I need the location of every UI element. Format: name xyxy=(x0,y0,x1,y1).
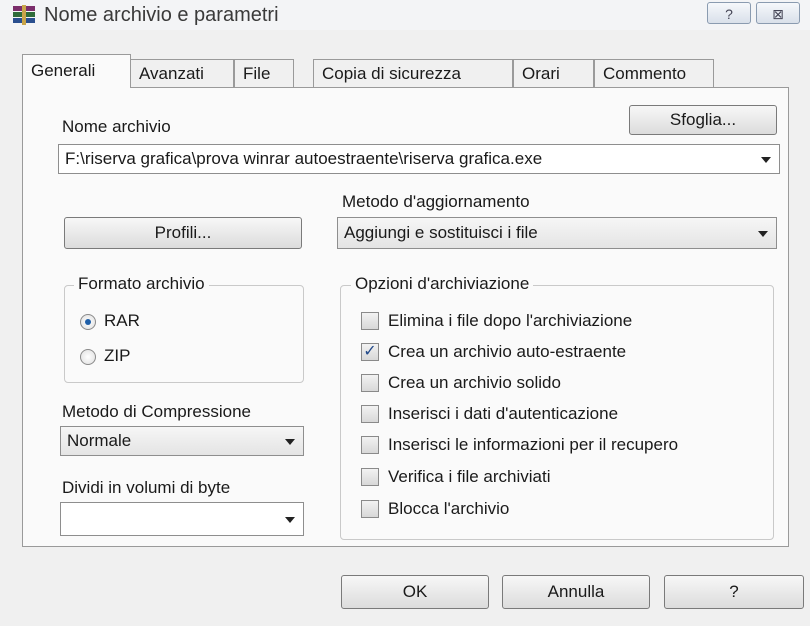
window-title: Nome archivio e parametri xyxy=(44,4,279,26)
cancel-button[interactable]: Annulla xyxy=(502,575,650,609)
archive-format-group xyxy=(64,285,304,383)
help-button[interactable]: ? xyxy=(664,575,804,609)
split-volumes-combo[interactable] xyxy=(60,502,304,536)
checkbox-recovery-record[interactable] xyxy=(361,436,379,454)
compression-value: Normale xyxy=(67,431,132,450)
tab-avanzati[interactable]: Avanzati xyxy=(130,59,234,87)
title-close-button[interactable]: ⊠ xyxy=(756,2,800,24)
compression-label: Metodo di Compressione xyxy=(62,402,251,421)
archive-format-label: Formato archivio xyxy=(74,274,209,294)
browse-button[interactable]: Sfoglia... xyxy=(629,105,777,135)
checkbox-lock-archive[interactable] xyxy=(361,500,379,518)
checkbox-self-extracting-label: Crea un archivio auto-estraente xyxy=(388,342,627,361)
chevron-down-icon xyxy=(758,231,768,237)
checkbox-test-files-label: Verifica i file archiviati xyxy=(388,467,551,486)
radio-zip[interactable] xyxy=(80,349,96,365)
radio-rar[interactable] xyxy=(80,314,96,330)
tab-copia-di-sicurezza[interactable]: Copia di sicurezza xyxy=(313,59,513,87)
checkbox-delete-after[interactable] xyxy=(361,312,379,330)
checkbox-self-extracting[interactable]: ✓ xyxy=(361,343,379,361)
checkbox-recovery-record-label: Inserisci le informazioni per il recuper… xyxy=(388,435,679,454)
archive-name-label: Nome archivio xyxy=(62,117,171,136)
archive-name-value: F:\riserva grafica\prova winrar autoestr… xyxy=(65,149,543,168)
checkbox-solid-archive-label: Crea un archivio solido xyxy=(388,373,561,392)
tab-commento[interactable]: Commento xyxy=(594,59,714,87)
update-method-value: Aggiungi e sostituisci i file xyxy=(344,223,538,242)
tab-file[interactable]: File xyxy=(234,59,294,87)
tab-orari[interactable]: Orari xyxy=(513,59,594,87)
title-help-button[interactable]: ? xyxy=(707,2,751,24)
checkbox-authenticity[interactable] xyxy=(361,405,379,423)
update-method-label: Metodo d'aggiornamento xyxy=(342,192,530,211)
radio-zip-label: ZIP xyxy=(104,346,131,365)
profiles-button[interactable]: Profili... xyxy=(64,217,302,249)
chevron-down-icon xyxy=(761,157,771,163)
tab-generali[interactable]: Generali xyxy=(22,54,131,88)
title-bar: Nome archivio e parametri ? ⊠ xyxy=(0,0,810,30)
checkbox-delete-after-label: Elimina i file dopo l'archiviazione xyxy=(388,311,633,330)
compression-select[interactable]: Normale xyxy=(60,426,304,456)
archive-name-combo[interactable]: F:\riserva grafica\prova winrar autoestr… xyxy=(58,144,780,174)
checkbox-authenticity-label: Inserisci i dati d'autenticazione xyxy=(388,404,619,423)
ok-button[interactable]: OK xyxy=(341,575,489,609)
chevron-down-icon xyxy=(285,439,295,445)
split-volumes-label: Dividi in volumi di byte xyxy=(62,478,231,497)
chevron-down-icon xyxy=(285,517,295,523)
checkbox-solid-archive[interactable] xyxy=(361,374,379,392)
radio-rar-label: RAR xyxy=(104,311,140,330)
checkbox-lock-archive-label: Blocca l'archivio xyxy=(388,499,510,518)
archiving-options-label: Opzioni d'archiviazione xyxy=(351,274,534,294)
checkbox-test-files[interactable] xyxy=(361,468,379,486)
winrar-icon xyxy=(13,5,35,25)
update-method-select[interactable]: Aggiungi e sostituisci i file xyxy=(337,217,777,249)
